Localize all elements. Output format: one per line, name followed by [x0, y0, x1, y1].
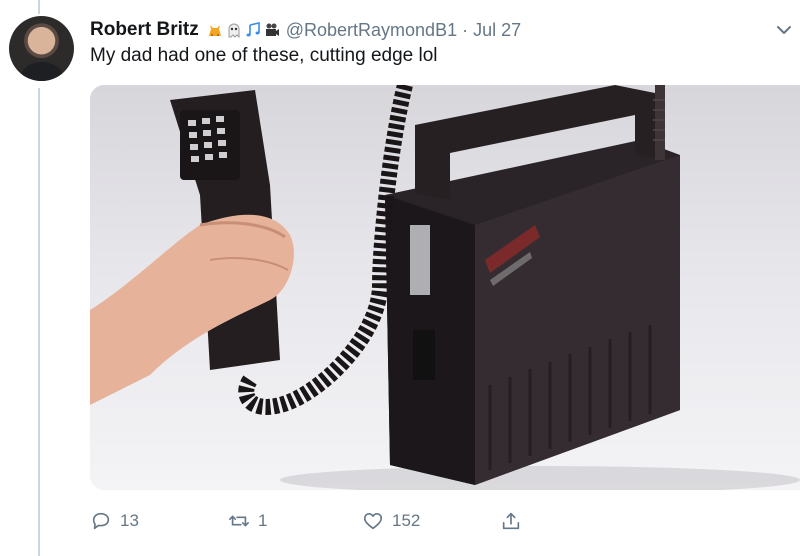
reply-button[interactable]: 13 [90, 510, 139, 532]
author-name[interactable]: Robert Britz [90, 19, 199, 41]
thread-line-bottom [38, 88, 40, 556]
tweet-text: My dad had one of these, cutting edge lo… [90, 45, 438, 66]
bag-phone-illustration [90, 85, 800, 490]
tweet-date[interactable]: Jul 27 [473, 20, 521, 41]
thread-line-top [38, 0, 40, 14]
retweet-button[interactable]: 1 [228, 510, 267, 532]
tweet-header: Robert Britz @RobertRaymondB1 · Jul 27 [90, 17, 521, 43]
avatar[interactable] [9, 16, 74, 81]
reply-count: 13 [120, 511, 139, 530]
chevron-down-icon[interactable] [774, 20, 794, 40]
movie-camera-emoji-icon [265, 23, 279, 36]
cat-emoji-icon [208, 25, 221, 36]
retweet-icon [229, 515, 249, 527]
heart-icon [363, 513, 383, 530]
name-emojis [207, 22, 280, 38]
music-notes-emoji-icon [246, 22, 260, 37]
like-button[interactable]: 152 [362, 510, 420, 532]
separator-dot: · [462, 19, 469, 40]
tweet-image[interactable] [90, 85, 800, 490]
ghost-emoji-icon [228, 23, 240, 38]
retweet-count: 1 [258, 511, 268, 530]
like-count: 152 [392, 511, 421, 530]
reply-icon [92, 512, 110, 530]
share-icon [502, 512, 520, 530]
share-button[interactable] [500, 510, 522, 532]
author-handle[interactable]: @RobertRaymondB1 [286, 20, 457, 41]
